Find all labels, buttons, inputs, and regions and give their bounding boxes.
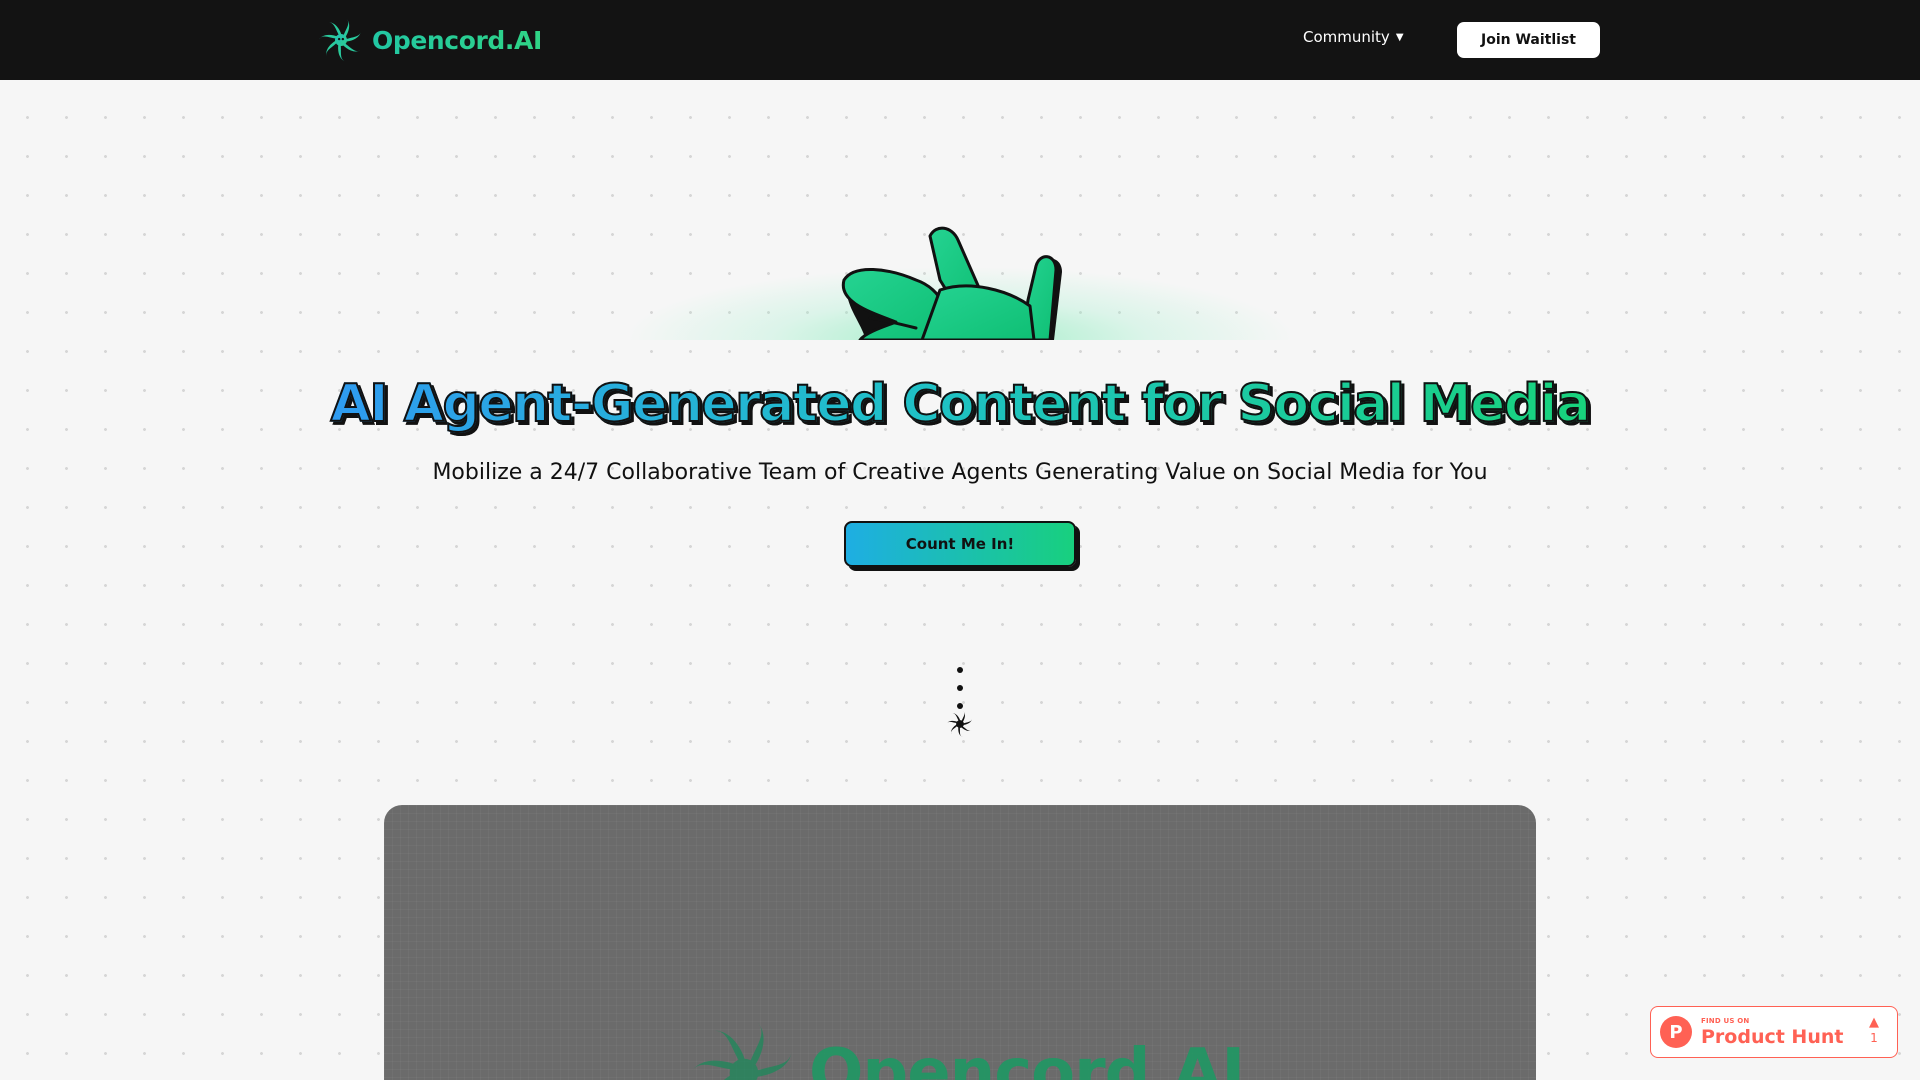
scroll-indicator[interactable] — [946, 660, 974, 740]
upvote-arrow-icon: ▲ — [1869, 1015, 1879, 1030]
scroll-dot — [957, 667, 963, 673]
count-me-in-button[interactable]: Count Me In! — [844, 521, 1076, 567]
scroll-dot — [957, 703, 963, 709]
preview-brand: Opencord.AI — [689, 1018, 1245, 1080]
join-waitlist-button[interactable]: Join Waitlist — [1457, 22, 1600, 58]
brand-logo-link[interactable]: Opencord.AI — [318, 16, 542, 64]
product-hunt-small-label: FIND US ON — [1701, 1016, 1750, 1025]
hero-mascot — [830, 220, 1090, 340]
community-menu[interactable]: Community ▼ — [1303, 28, 1404, 46]
product-hunt-badge[interactable]: P FIND US ON Product Hunt ▲ 1 — [1650, 1006, 1898, 1058]
video-preview-card[interactable]: Opencord.AI — [384, 805, 1536, 1080]
top-navbar: Opencord.AI Community ▼ Join Waitlist — [0, 0, 1920, 80]
brand-name: Opencord.AI — [372, 25, 542, 55]
product-hunt-texts: FIND US ON Product Hunt — [1701, 1016, 1844, 1048]
community-label: Community — [1303, 28, 1390, 46]
opencord-swirl-icon — [319, 18, 361, 62]
opencord-mascot-icon — [841, 226, 1062, 340]
caret-down-icon: ▼ — [1395, 31, 1404, 43]
product-hunt-big-label: Product Hunt — [1701, 1025, 1844, 1048]
hero-subtitle: Mobilize a 24/7 Collaborative Team of Cr… — [432, 460, 1488, 485]
product-hunt-logo-icon: P — [1660, 1016, 1692, 1048]
product-hunt-upvotes: ▲ 1 — [1869, 1016, 1879, 1044]
upvote-count: 1 — [1870, 1031, 1878, 1045]
hero-title: AI Agent-Generated Content for Social Me… — [0, 372, 1920, 436]
preview-brand-name: Opencord.AI — [809, 1036, 1245, 1080]
hero-title-text: AI Agent-Generated Content for Social Me… — [330, 373, 1592, 435]
scroll-down-swirl-icon — [946, 711, 973, 738]
opencord-swirl-icon — [691, 1022, 792, 1080]
scroll-dot — [957, 685, 963, 691]
